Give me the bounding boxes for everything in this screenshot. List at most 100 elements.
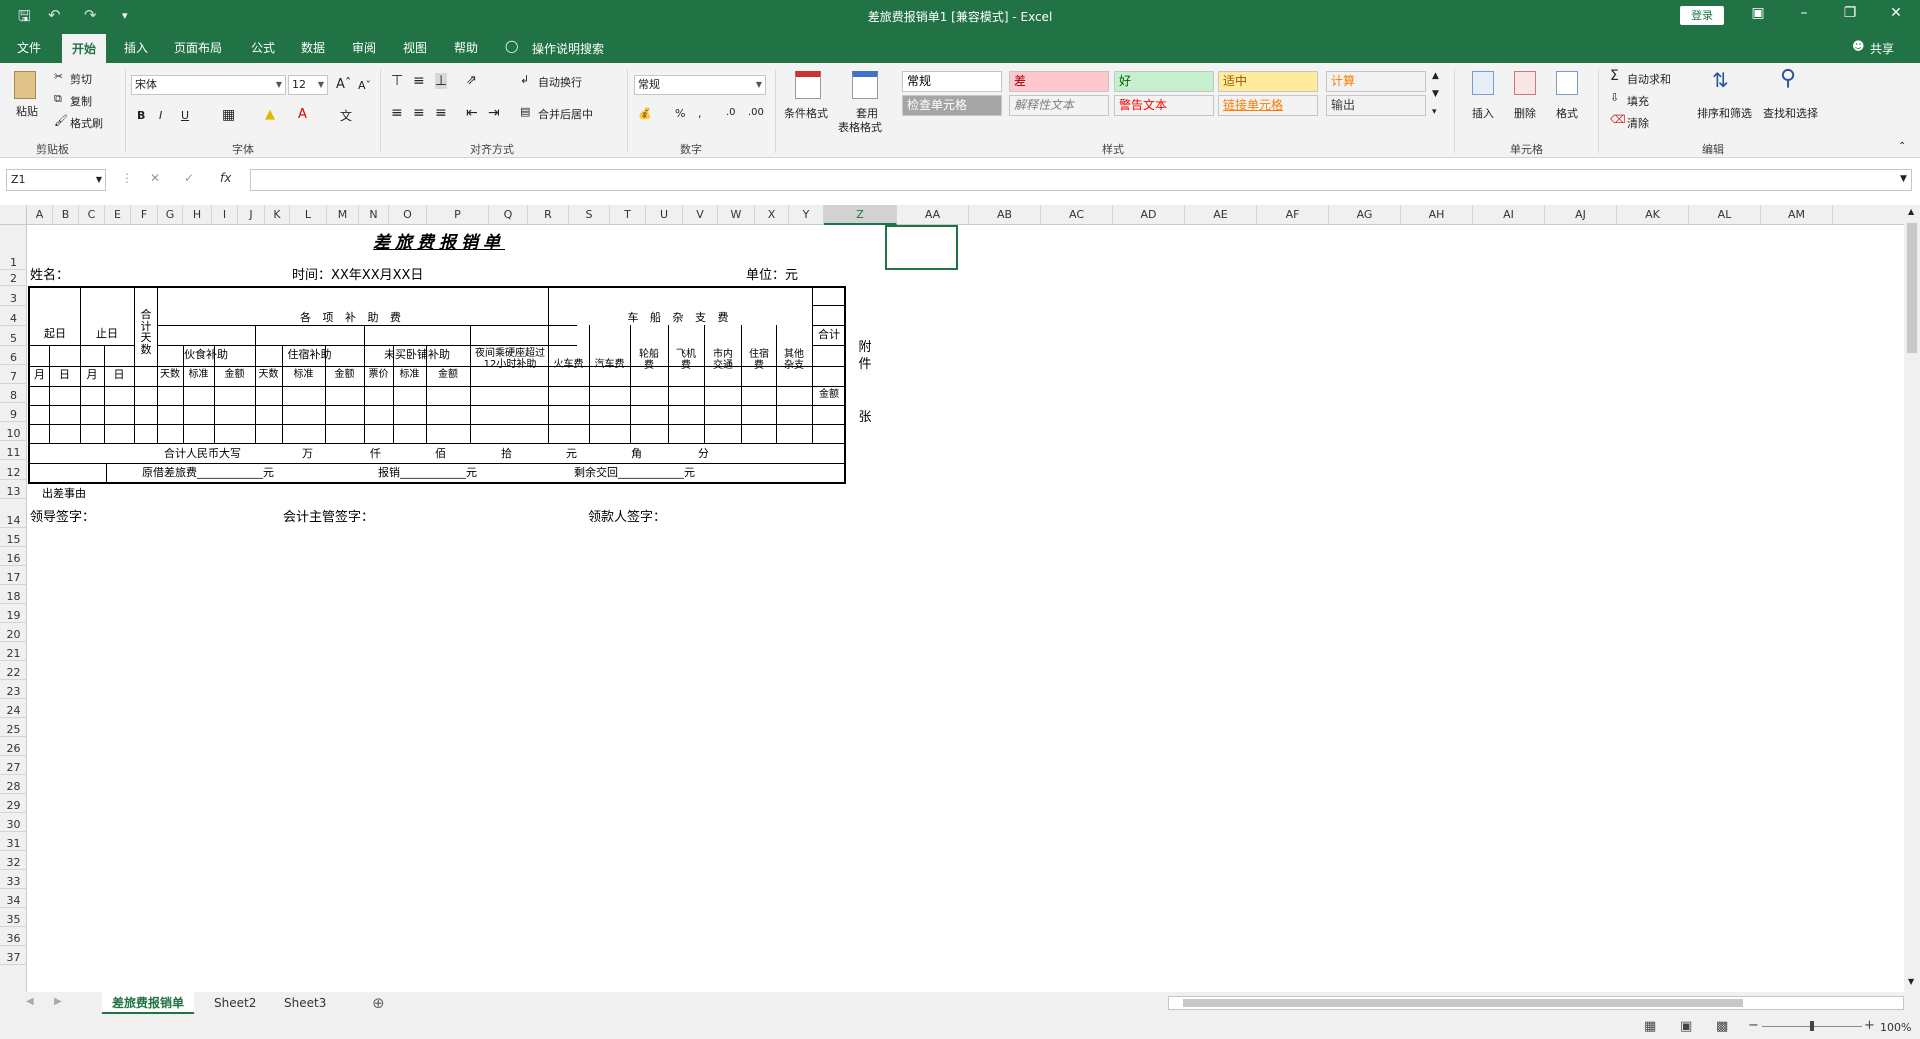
hscroll-thumb[interactable]	[1183, 999, 1743, 1007]
increase-indent-icon[interactable]: ⇥	[488, 105, 500, 121]
find-select-button[interactable]: 查找和选择	[1763, 105, 1818, 121]
format-cells-icon[interactable]	[1556, 71, 1578, 95]
cell-style-0[interactable]: 常规	[902, 71, 1002, 92]
currency-icon[interactable]: 💰	[638, 107, 652, 120]
column-header-g[interactable]: G	[158, 205, 183, 225]
column-header-ac[interactable]: AC	[1041, 205, 1113, 225]
phonetic-icon[interactable]: 文	[340, 107, 352, 124]
column-header-am[interactable]: AM	[1761, 205, 1833, 225]
row-header-14[interactable]: 14	[0, 499, 27, 528]
column-header-p[interactable]: P	[427, 205, 489, 225]
row-header-3[interactable]: 3	[0, 286, 27, 306]
page-break-view-icon[interactable]: ▩	[1716, 1019, 1728, 1034]
cell-style-3[interactable]: 适中	[1218, 71, 1318, 92]
copy-icon[interactable]: ⧉	[54, 92, 62, 106]
cell-style-9[interactable]: 输出	[1326, 95, 1426, 116]
restore-icon[interactable]: ❐	[1840, 5, 1860, 21]
align-middle-icon[interactable]: ≡	[413, 73, 425, 89]
row-header-21[interactable]: 21	[0, 642, 27, 661]
cell-style-7[interactable]: 警告文本	[1114, 95, 1214, 116]
comma-icon[interactable]: ,	[698, 107, 702, 120]
row-header-29[interactable]: 29	[0, 794, 27, 813]
select-all-corner[interactable]	[0, 205, 27, 225]
row-header-26[interactable]: 26	[0, 737, 27, 756]
active-cell[interactable]	[885, 225, 958, 270]
tab-formulas[interactable]: 公式	[251, 39, 275, 56]
row-header-7[interactable]: 7	[0, 365, 27, 384]
font-name-combo[interactable]: 宋体 ▼	[131, 75, 286, 95]
column-header-a[interactable]: A	[27, 205, 53, 225]
insert-cells-icon[interactable]	[1472, 71, 1494, 95]
row-header-34[interactable]: 34	[0, 889, 27, 908]
clear-button[interactable]: 清除	[1627, 115, 1649, 131]
row-header-36[interactable]: 36	[0, 927, 27, 946]
column-header-v[interactable]: V	[683, 205, 718, 225]
column-header-s[interactable]: S	[569, 205, 610, 225]
vertical-scrollbar[interactable]: ▲ ▼	[1904, 205, 1920, 992]
row-header-24[interactable]: 24	[0, 699, 27, 718]
sheet-tab-travel[interactable]: 差旅费报销单	[102, 992, 195, 1014]
sheet-content[interactable]: 差旅费报销单 姓名： 时间：XX年XX月XX日 单位：元 起日 止日 合计天数 …	[28, 225, 1904, 992]
copy-button[interactable]: 复制	[70, 93, 92, 109]
decrease-decimal-icon[interactable]: .00	[748, 107, 764, 118]
format-painter-icon[interactable]: 🖌	[54, 114, 68, 127]
cell-style-8[interactable]: 链接单元格	[1218, 95, 1318, 116]
formula-input[interactable]	[250, 169, 1912, 191]
font-color-icon[interactable]: A	[298, 107, 307, 122]
tab-review[interactable]: 审阅	[352, 39, 376, 56]
align-center-icon[interactable]: ≡	[413, 105, 425, 121]
align-right-icon[interactable]: ≡	[435, 105, 447, 121]
row-header-30[interactable]: 30	[0, 813, 27, 832]
column-header-x[interactable]: X	[755, 205, 789, 225]
worksheet-grid[interactable]: A B C E F G H I J K L M N O P Q R S T U V W X Y Z AA AB AC AD AE AF AG A…	[0, 205, 1904, 992]
shrink-font-icon[interactable]: Aˇ	[358, 79, 371, 92]
column-header-t[interactable]: T	[610, 205, 646, 225]
fill-button[interactable]: 填充	[1627, 93, 1649, 109]
row-header-5[interactable]: 5	[0, 326, 27, 346]
wrap-text-button[interactable]: 自动换行	[538, 74, 582, 90]
zoom-out-icon[interactable]: −	[1748, 1018, 1759, 1033]
add-sheet-icon[interactable]: ⊕	[372, 994, 385, 1012]
sort-filter-icon[interactable]: ⇅	[1712, 68, 1729, 92]
scroll-down-icon[interactable]: ▼	[1908, 977, 1914, 986]
prev-sheet-icon[interactable]: ◀	[26, 996, 34, 1007]
column-header-y[interactable]: Y	[789, 205, 824, 225]
name-box[interactable]: Z1 ▼	[6, 169, 106, 191]
decrease-indent-icon[interactable]: ⇤	[466, 105, 478, 121]
column-header-ak[interactable]: AK	[1617, 205, 1689, 225]
tab-page-layout[interactable]: 页面布局	[174, 39, 222, 56]
column-header-ag[interactable]: AG	[1329, 205, 1401, 225]
paste-button[interactable]: 粘贴	[16, 103, 38, 119]
horizontal-scrollbar[interactable]	[1168, 996, 1904, 1010]
column-header-aa[interactable]: AA	[897, 205, 969, 225]
column-header-e[interactable]: E	[105, 205, 131, 225]
column-header-u[interactable]: U	[646, 205, 683, 225]
format-painter-button[interactable]: 格式刷	[70, 115, 103, 131]
row-header-10[interactable]: 10	[0, 422, 27, 441]
normal-view-icon[interactable]: ▦	[1644, 1019, 1656, 1034]
enter-icon[interactable]: ✓	[184, 171, 194, 185]
row-header-25[interactable]: 25	[0, 718, 27, 737]
row-header-6[interactable]: 6	[0, 346, 27, 365]
column-header-j[interactable]: J	[238, 205, 265, 225]
column-header-ab[interactable]: AB	[969, 205, 1041, 225]
format-cells-button[interactable]: 格式	[1556, 105, 1578, 121]
magnifier-icon[interactable]: ⚲	[1780, 66, 1796, 91]
font-size-combo[interactable]: 12 ▼	[288, 75, 328, 95]
gallery-down-icon[interactable]: ▼	[1432, 89, 1439, 99]
column-header-al[interactable]: AL	[1689, 205, 1761, 225]
row-header-31[interactable]: 31	[0, 832, 27, 851]
number-format-combo[interactable]: 常规 ▼	[634, 75, 766, 95]
insert-function-icon[interactable]: fx	[220, 171, 231, 185]
close-icon[interactable]: ✕	[1886, 5, 1906, 21]
row-header-1[interactable]: 1	[0, 225, 27, 270]
row-header-16[interactable]: 16	[0, 547, 27, 566]
column-header-ah[interactable]: AH	[1401, 205, 1473, 225]
row-header-11[interactable]: 11	[0, 441, 27, 460]
row-header-23[interactable]: 23	[0, 680, 27, 699]
format-as-table-icon[interactable]	[852, 71, 878, 99]
cell-style-2[interactable]: 好	[1114, 71, 1214, 92]
column-header-f[interactable]: F	[131, 205, 158, 225]
cell-style-5[interactable]: 检查单元格	[902, 95, 1002, 116]
row-header-28[interactable]: 28	[0, 775, 27, 794]
